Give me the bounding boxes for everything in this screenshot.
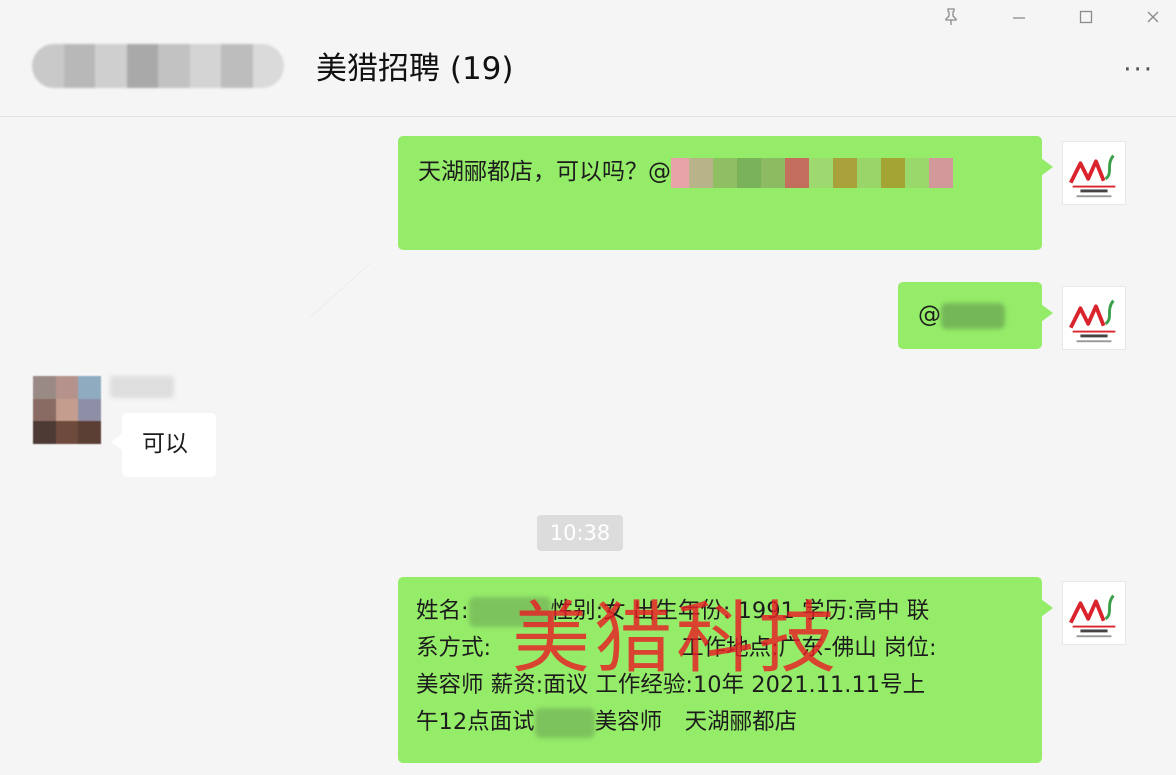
avatar-blurred[interactable] xyxy=(33,376,101,444)
divider xyxy=(309,263,371,318)
message-bubble[interactable]: @ xyxy=(898,282,1053,349)
message-line: 美容师 薪资:面议 工作经验:10年 2021.11.11号上 xyxy=(416,672,926,698)
message-line: 系方式: 工作地点:广东-佛山 岗位: xyxy=(416,635,937,661)
message-text: 天湖郦都店，可以吗？@ xyxy=(418,159,671,185)
chat-title: 美猎招聘 (19) xyxy=(316,51,514,87)
minimize-icon[interactable] xyxy=(1006,6,1032,28)
contact-name-blurred xyxy=(32,44,284,88)
message-text: 可以 xyxy=(142,431,188,457)
avatar-logo[interactable] xyxy=(1062,581,1126,645)
more-icon[interactable]: ··· xyxy=(1123,57,1154,83)
chat-header: 美猎招聘 (19) ··· xyxy=(0,0,1176,117)
avatar-logo[interactable] xyxy=(1062,286,1126,350)
mention-blurred xyxy=(671,157,953,188)
message-bubble[interactable]: 姓名: 性别:女 出生年份: 1991 学历:高中 联 系方式: 工作地点:广东-佛… xyxy=(398,577,1053,763)
message-line: 姓名: 性别:女 出生年份: 1991 学历:高中 联 xyxy=(416,593,1024,630)
avatar-logo[interactable] xyxy=(1062,141,1126,205)
sender-name-blurred xyxy=(110,376,174,398)
maximize-icon[interactable] xyxy=(1073,6,1099,28)
message-text: @ xyxy=(918,302,941,328)
message-bubble[interactable]: 可以 xyxy=(111,413,216,477)
timestamp: 10:38 xyxy=(537,515,623,551)
message-bubble[interactable]: 天湖郦都店，可以吗？@ xyxy=(398,136,1053,250)
mention-blurred xyxy=(941,302,1005,329)
pin-icon[interactable] xyxy=(938,6,964,28)
message-line: 午12点面试 美容师 天湖郦都店 xyxy=(416,704,1024,741)
close-icon[interactable] xyxy=(1140,6,1166,28)
